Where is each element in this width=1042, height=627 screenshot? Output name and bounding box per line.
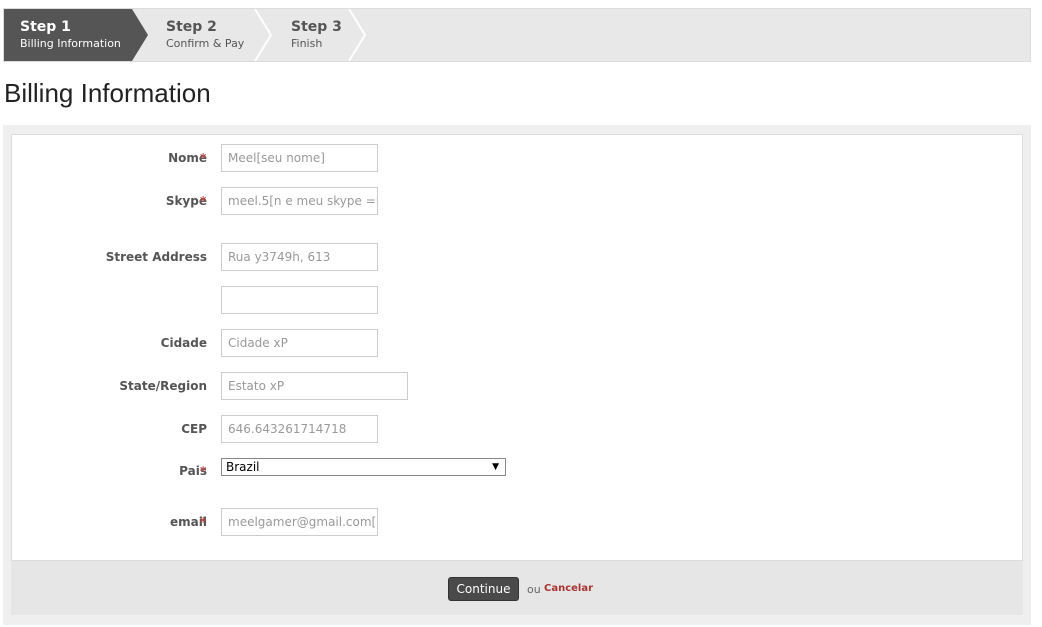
field-row-cep: CEP 646.643261714718	[12, 415, 1024, 443]
page-title: Billing Information	[4, 78, 211, 108]
field-row-email: email * meelgamer@gmail.com[n]	[12, 508, 1024, 536]
checkout-steps: Step 1 Billing Information Step 2 Confir…	[3, 8, 1031, 62]
or-text: ou	[527, 583, 541, 596]
cidade-input[interactable]: Cidade xP	[221, 329, 378, 357]
step-2: Step 2 Confirm & Pay	[150, 9, 256, 61]
cep-label: CEP	[181, 422, 207, 436]
pais-label: Pais	[179, 464, 207, 478]
cep-input[interactable]: 646.643261714718	[221, 415, 378, 443]
billing-form: Nome * Meel[seu nome] Skype * meel.5[n e…	[11, 134, 1023, 561]
state-label: State/Region	[119, 379, 207, 393]
street-input-2[interactable]	[221, 286, 378, 314]
step-1-subtitle: Billing Information	[20, 37, 121, 50]
nome-label: Nome	[168, 151, 207, 165]
street-input[interactable]: Rua y3749h, 613	[221, 243, 378, 271]
step-2-subtitle: Confirm & Pay	[166, 37, 245, 50]
email-required-mark: *	[200, 515, 207, 529]
street-label: Street Address	[105, 250, 207, 264]
continue-button[interactable]: Continue	[448, 577, 519, 601]
field-row-cidade: Cidade Cidade xP	[12, 329, 1024, 357]
dropdown-arrow-icon: ▼	[492, 462, 499, 472]
field-row-street: Street Address Rua y3749h, 613	[12, 243, 1024, 271]
nome-input[interactable]: Meel[seu nome]	[221, 144, 378, 172]
pais-required-mark: *	[200, 464, 207, 478]
state-input[interactable]: Estato xP	[221, 372, 408, 400]
skype-input[interactable]: meel.5[n e meu skype =P]	[221, 187, 378, 215]
field-row-street-2	[12, 286, 1024, 314]
step-1-title: Step 1	[20, 19, 71, 35]
step-1: Step 1 Billing Information	[4, 9, 148, 61]
cidade-label: Cidade	[160, 336, 207, 350]
field-row-nome: Nome * Meel[seu nome]	[12, 144, 1024, 172]
step-separator-icon	[348, 9, 366, 61]
field-row-state: State/Region Estato xP	[12, 372, 1024, 400]
skype-label: Skype	[165, 194, 207, 208]
form-footer: Continue ou Cancelar	[11, 561, 1023, 615]
pais-select[interactable]: Brazil ▼	[221, 458, 506, 476]
email-label: email	[170, 515, 207, 529]
billing-form-container: Nome * Meel[seu nome] Skype * meel.5[n e…	[3, 125, 1031, 625]
field-row-skype: Skype * meel.5[n e meu skype =P]	[12, 187, 1024, 215]
skype-required-mark: *	[200, 194, 207, 208]
step-2-title: Step 2	[166, 19, 217, 35]
email-input[interactable]: meelgamer@gmail.com[n]	[221, 508, 378, 536]
step-separator-icon	[254, 9, 272, 61]
field-row-pais: Pais * Brazil ▼	[12, 457, 1024, 485]
pais-selected-value: Brazil	[226, 460, 260, 474]
cancel-link[interactable]: Cancelar	[544, 583, 593, 594]
nome-required-mark: *	[200, 151, 207, 165]
